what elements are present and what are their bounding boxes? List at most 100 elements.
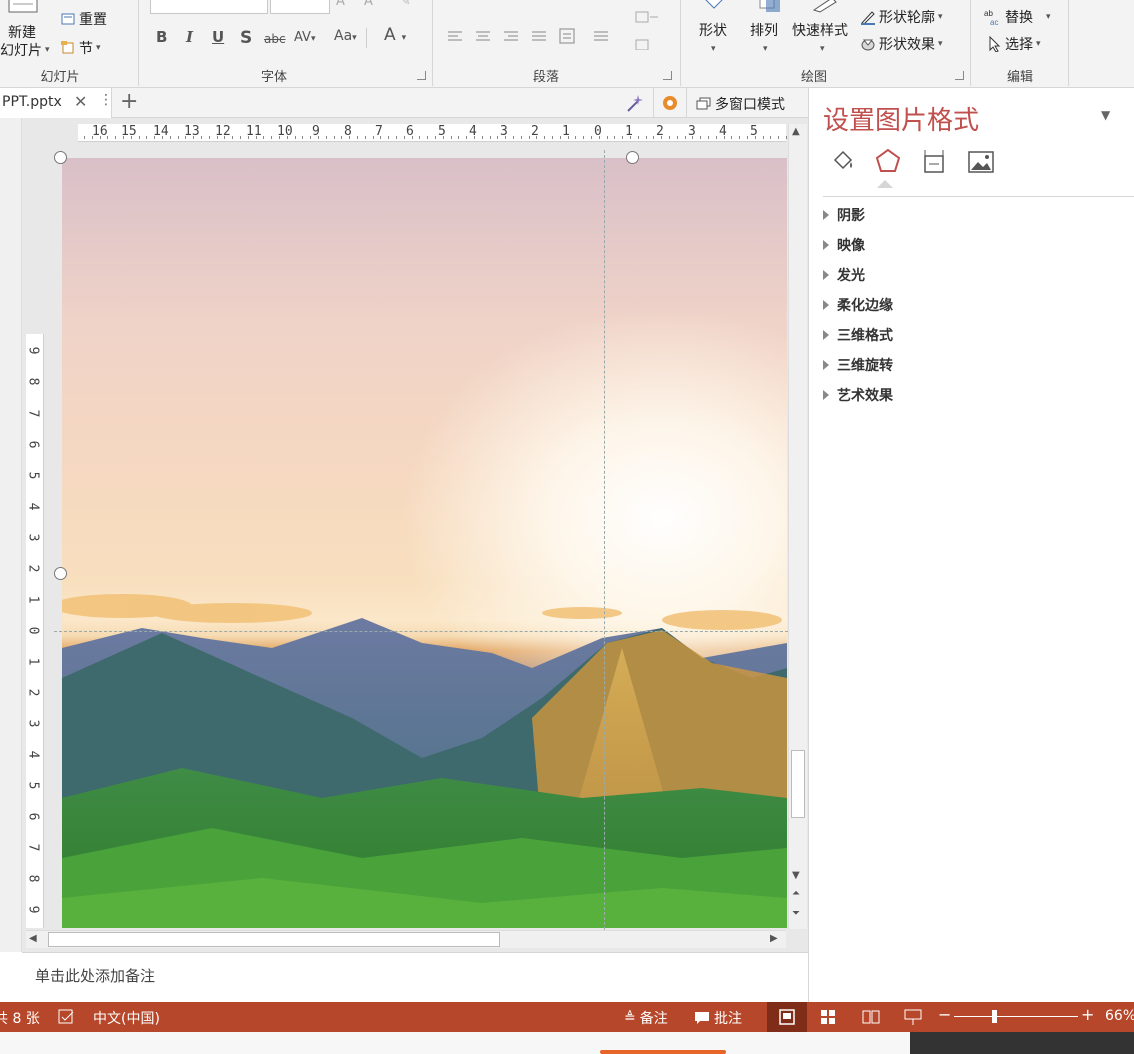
next-slide-icon[interactable]: ⏷ xyxy=(792,908,800,919)
zoom-level[interactable]: 66% xyxy=(1105,1008,1134,1024)
notes-toggle[interactable]: ≜ 备注 xyxy=(624,1008,668,1028)
section-glow[interactable]: 发光 xyxy=(823,265,865,285)
grow-font-icon[interactable]: A xyxy=(336,0,345,9)
char-spacing-button[interactable]: AV▾ xyxy=(294,30,316,45)
smartart-icon[interactable] xyxy=(634,10,664,51)
section-reflection[interactable]: 映像 xyxy=(823,235,865,255)
section-soft-edges[interactable]: 柔化边缘 xyxy=(823,295,893,315)
resize-handle-top[interactable] xyxy=(626,151,639,164)
change-case-button[interactable]: Aa▾ xyxy=(334,28,357,44)
size-properties-icon[interactable] xyxy=(921,148,949,176)
zoom-slider[interactable] xyxy=(954,1016,1078,1017)
scroll-up-icon[interactable]: ▲ xyxy=(792,126,800,137)
zoom-in-button[interactable]: + xyxy=(1081,1005,1094,1024)
resize-handle-top-left[interactable] xyxy=(54,151,67,164)
font-color-button[interactable]: A ▾ xyxy=(384,25,406,45)
ruler-tick xyxy=(177,136,179,139)
zoom-out-button[interactable]: − xyxy=(938,1005,951,1024)
ruler-tick xyxy=(138,136,140,139)
status-bar: 共 8 张 中文(中国) ≜ 备注 批注 − + 66% xyxy=(0,1002,1134,1032)
arrange-button[interactable]: 排列 ▾ xyxy=(746,0,790,62)
horizontal-guide[interactable] xyxy=(54,631,788,632)
shape-effects-button[interactable]: 形状效果 ▾ xyxy=(860,34,943,54)
picture-icon[interactable] xyxy=(967,148,995,176)
chevron-down-icon: ▾ xyxy=(352,33,357,43)
paragraph-dialog-launcher[interactable] xyxy=(663,71,672,80)
slide-sorter-icon[interactable] xyxy=(820,1009,836,1025)
section-artistic-effects[interactable]: 艺术效果 xyxy=(823,385,893,405)
section-3d-rotation[interactable]: 三维旋转 xyxy=(823,355,893,375)
replace-button[interactable]: ab ac 替换 ▾ xyxy=(984,7,1051,27)
section-label: 发光 xyxy=(837,268,865,284)
underline-button[interactable]: U xyxy=(212,28,224,46)
vertical-guide[interactable] xyxy=(604,150,605,930)
text-shadow-button[interactable]: S xyxy=(240,28,252,48)
font-size-box[interactable] xyxy=(270,0,330,14)
horizontal-scrollbar[interactable]: ◀ ▶ xyxy=(26,930,786,948)
font-dialog-launcher[interactable] xyxy=(417,71,426,80)
section-label: 映像 xyxy=(837,238,865,254)
language-indicator[interactable]: 中文(中国) xyxy=(93,1008,160,1028)
zoom-slider-thumb[interactable] xyxy=(992,1010,997,1023)
chevron-down-icon: ▾ xyxy=(1046,12,1051,22)
clear-format-icon[interactable]: ✎ xyxy=(400,0,411,9)
multi-window-button[interactable]: 多窗口模式 xyxy=(696,94,785,114)
paragraph-controls-icon[interactable] xyxy=(446,0,646,56)
magic-wand-icon[interactable] xyxy=(624,93,646,113)
reading-view-icon[interactable] xyxy=(862,1009,880,1025)
vertical-scroll-thumb[interactable] xyxy=(791,750,805,818)
scroll-right-icon[interactable]: ▶ xyxy=(770,933,778,944)
new-slide-button[interactable]: 新建 幻灯片 ▾ xyxy=(0,0,52,62)
effects-pentagon-icon[interactable] xyxy=(875,148,901,174)
section-3d-format[interactable]: 三维格式 xyxy=(823,325,893,345)
previous-slide-icon[interactable]: ⏶ xyxy=(792,888,800,899)
horizontal-scroll-thumb[interactable] xyxy=(48,932,500,947)
taskbar-tray xyxy=(910,1032,1134,1054)
close-icon[interactable]: ✕ xyxy=(74,92,87,111)
shapes-icon xyxy=(705,0,723,9)
section-button[interactable]: 节 ▾ xyxy=(60,38,101,58)
vertical-scrollbar[interactable]: ▲ ▼ ⏶ ⏷ xyxy=(788,124,807,929)
resize-handle-left[interactable] xyxy=(54,567,67,580)
expand-arrow-icon xyxy=(823,300,829,310)
ruler-tick xyxy=(528,136,530,139)
slide-count[interactable]: 共 8 张 xyxy=(0,1008,40,1028)
more-options-icon[interactable]: ⋮ xyxy=(99,92,113,108)
spell-check-icon[interactable] xyxy=(58,1009,76,1025)
reset-button[interactable]: 重置 xyxy=(60,9,107,29)
quick-styles-button[interactable]: 快速样式 ▾ xyxy=(790,0,854,62)
strikethrough-button[interactable]: abc xyxy=(264,32,286,46)
scroll-down-icon[interactable]: ▼ xyxy=(792,870,800,881)
normal-view-button[interactable] xyxy=(767,1002,807,1032)
document-tab[interactable]: PPT.pptx ✕ ⋮ xyxy=(0,88,113,118)
gear-icon[interactable] xyxy=(660,93,680,113)
notes-pane[interactable]: 单击此处添加备注 xyxy=(22,952,808,1002)
ruler-tick xyxy=(357,136,358,139)
ruler-tick xyxy=(91,136,93,139)
new-tab-icon[interactable]: + xyxy=(120,89,138,114)
comments-toggle[interactable]: 批注 xyxy=(694,1008,742,1028)
drawing-dialog-launcher[interactable] xyxy=(955,71,964,80)
shape-outline-button[interactable]: 形状轮廓 ▾ xyxy=(860,7,943,27)
taskbar-indicator xyxy=(600,1050,726,1054)
ruler-tick xyxy=(162,136,163,139)
ruler-tick-label: 1 xyxy=(25,595,41,604)
slide-picture[interactable] xyxy=(62,158,787,928)
slideshow-icon[interactable] xyxy=(904,1008,922,1026)
thumbnail-pane-edge[interactable] xyxy=(0,118,22,952)
ruler-tick xyxy=(552,136,553,139)
font-name-box[interactable] xyxy=(150,0,268,14)
ruler-tick xyxy=(754,136,756,139)
select-button[interactable]: 选择 ▾ xyxy=(986,34,1041,54)
ruler-tick xyxy=(310,136,312,139)
section-shadow[interactable]: 阴影 xyxy=(823,205,865,225)
pane-menu-icon[interactable]: ▼ xyxy=(1101,108,1110,122)
shrink-font-icon[interactable]: A xyxy=(364,0,373,9)
shapes-button[interactable]: 形状 ▾ xyxy=(694,0,738,62)
bold-button[interactable]: B xyxy=(156,28,167,46)
section-icon xyxy=(61,41,74,54)
italic-button[interactable]: I xyxy=(186,28,193,46)
ruler-tick xyxy=(700,136,702,139)
scroll-left-icon[interactable]: ◀ xyxy=(29,933,37,944)
fill-line-icon[interactable] xyxy=(831,148,857,174)
